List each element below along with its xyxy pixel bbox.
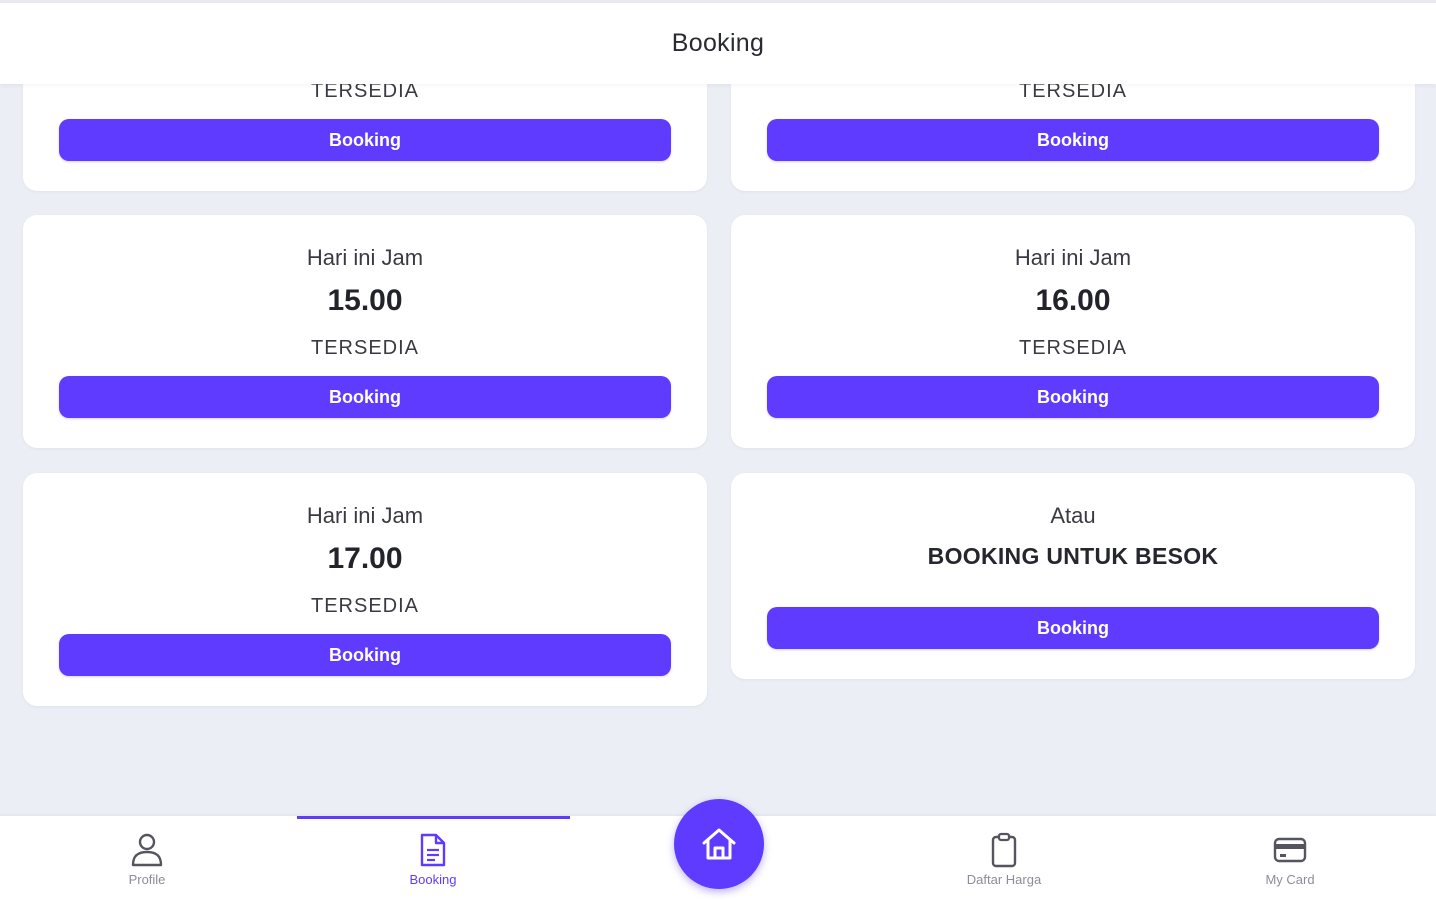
- slot-status: TERSEDIA: [1018, 337, 1128, 359]
- slot-day-label: Hari ini Jam: [306, 245, 424, 270]
- booking-button[interactable]: Booking: [59, 119, 671, 161]
- tomorrow-card: Atau BOOKING UNTUK BESOK Booking: [731, 473, 1415, 679]
- clipboard-icon: [991, 832, 1017, 868]
- tomorrow-title: BOOKING UNTUK BESOK: [927, 543, 1219, 569]
- nav-item-booking[interactable]: Booking: [363, 816, 503, 900]
- booking-button[interactable]: Booking: [767, 376, 1379, 418]
- or-label: Atau: [1050, 503, 1096, 528]
- slot-card: Hari ini Jam 15.00 TERSEDIA Booking: [23, 215, 707, 448]
- slot-status: TERSEDIA: [310, 337, 420, 359]
- slot-time: 16.00: [1035, 284, 1111, 317]
- user-icon: [131, 833, 163, 867]
- nav-label: Booking: [409, 872, 457, 887]
- slot-card: Hari ini Jam 16.00 TERSEDIA Booking: [731, 215, 1415, 448]
- nav-label: Daftar Harga: [966, 872, 1042, 887]
- document-icon: [420, 833, 446, 867]
- slot-day-label: Hari ini Jam: [1014, 245, 1132, 270]
- slot-status: TERSEDIA: [310, 595, 420, 617]
- nav-label: My Card: [1265, 872, 1315, 887]
- slot-day-label: Hari ini Jam: [306, 503, 424, 528]
- slot-time: 17.00: [327, 542, 403, 575]
- booking-button[interactable]: Booking: [767, 119, 1379, 161]
- slot-card: Hari ini Jam 17.00 TERSEDIA Booking: [23, 473, 707, 706]
- booking-tomorrow-button[interactable]: Booking: [767, 607, 1379, 649]
- nav-label: Profile: [128, 872, 166, 887]
- nav-item-profile[interactable]: Profile: [77, 816, 217, 900]
- nav-item-daftar-harga[interactable]: Daftar Harga: [934, 816, 1074, 900]
- home-button[interactable]: [674, 799, 764, 889]
- app-header: Booking: [0, 0, 1436, 84]
- home-icon: [702, 828, 736, 860]
- nav-item-my-card[interactable]: My Card: [1220, 816, 1360, 900]
- booking-button[interactable]: Booking: [59, 634, 671, 676]
- page-title: Booking: [671, 29, 765, 57]
- slot-time: 15.00: [327, 284, 403, 317]
- booking-button[interactable]: Booking: [59, 376, 671, 418]
- credit-card-icon: [1273, 837, 1307, 863]
